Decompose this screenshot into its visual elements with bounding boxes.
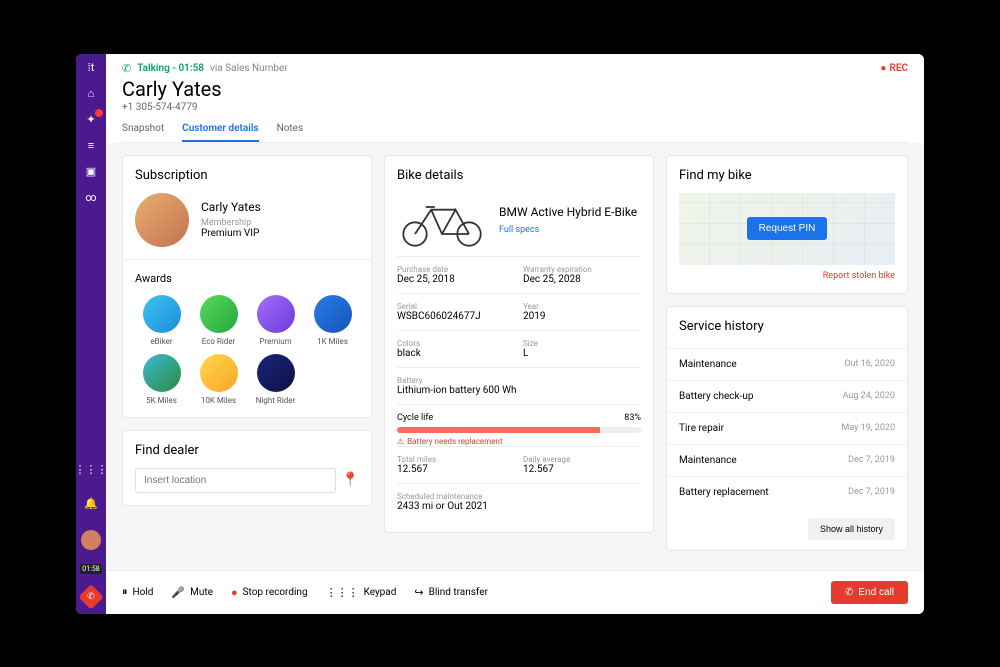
- bell-icon[interactable]: 🔔: [83, 496, 99, 512]
- hold-button[interactable]: ⏸Hold: [122, 585, 153, 599]
- service-history-card: Service history MaintenanceOut 16, 2020 …: [666, 306, 908, 551]
- stop-recording-button[interactable]: ●Stop recording: [231, 586, 308, 599]
- service-row[interactable]: MaintenanceOut 16, 2020: [667, 348, 907, 380]
- call-controls: ⏸Hold 🎤Mute ●Stop recording ⋮⋮⋮Keypad ↪B…: [106, 570, 924, 614]
- nav-rail: ⁞t ⌂ ✦ ≡ ▣ ∞ ⋮⋮⋮ 🔔 01:58 ✆: [76, 54, 106, 614]
- mute-icon: 🎤: [171, 586, 185, 599]
- award-item: Eco Rider: [192, 295, 245, 346]
- cycle-life: Cycle life83% ⚠Battery needs replacement: [397, 404, 641, 446]
- tab-notes[interactable]: Notes: [277, 123, 304, 142]
- find-dealer-card: Find dealer 📍: [122, 430, 372, 506]
- bike-details-card: Bike details BMW Active Hybrid E-Bike Fu…: [384, 155, 654, 533]
- award-item: 1K Miles: [306, 295, 359, 346]
- bike-title: Bike details: [397, 168, 641, 183]
- find-bike-title: Find my bike: [679, 168, 895, 183]
- main-panel: ✆ Talking - 01:58 via Sales Number REC C…: [106, 54, 924, 614]
- topbar: ✆ Talking - 01:58 via Sales Number REC C…: [106, 54, 924, 143]
- award-item: 5K Miles: [135, 354, 188, 405]
- award-badge-icon: [314, 295, 352, 333]
- request-pin-button[interactable]: Request PIN: [747, 217, 828, 240]
- membership-label: Membership: [201, 218, 261, 228]
- service-row[interactable]: Battery replacementDec 7, 2019: [667, 476, 907, 508]
- record-icon: ●: [231, 586, 238, 599]
- sub-name: Carly Yates: [201, 200, 261, 214]
- keypad-icon: ⋮⋮⋮: [326, 586, 359, 599]
- full-specs-link[interactable]: Full specs: [499, 225, 637, 235]
- contacts-icon[interactable]: ▣: [83, 164, 99, 180]
- transfer-icon: ↪: [414, 586, 423, 599]
- subscription-title: Subscription: [135, 168, 359, 183]
- find-bike-card: Find my bike Request PIN Report stolen b…: [666, 155, 908, 294]
- activity-icon[interactable]: ✦: [83, 112, 99, 128]
- logo-icon[interactable]: ⁞t: [83, 60, 99, 76]
- battery-warning: ⚠Battery needs replacement: [397, 437, 641, 446]
- call-status: Talking - 01:58: [137, 63, 204, 74]
- link-icon[interactable]: ∞: [83, 190, 99, 206]
- dealer-title: Find dealer: [135, 443, 359, 458]
- award-badge-icon: [257, 295, 295, 333]
- rec-indicator: REC: [880, 63, 908, 74]
- keypad-button[interactable]: ⋮⋮⋮Keypad: [326, 586, 397, 599]
- customer-phone: +1 305-574-4779: [122, 102, 908, 113]
- app-frame: ⁞t ⌂ ✦ ≡ ▣ ∞ ⋮⋮⋮ 🔔 01:58 ✆ ✆ Talking - 0…: [76, 54, 924, 614]
- show-all-history-button[interactable]: Show all history: [808, 518, 895, 540]
- subscription-card: Subscription Carly Yates Membership Prem…: [122, 155, 372, 418]
- service-row[interactable]: Tire repairMay 19, 2020: [667, 412, 907, 444]
- tabs: Snapshot Customer details Notes: [122, 123, 908, 143]
- award-badge-icon: [200, 354, 238, 392]
- map-area: Request PIN: [679, 193, 895, 265]
- award-item: Night Rider: [249, 354, 302, 405]
- warning-icon: ⚠: [397, 437, 404, 446]
- user-avatar[interactable]: [81, 530, 101, 550]
- awards-title: Awards: [135, 272, 359, 285]
- call-via: via Sales Number: [210, 63, 288, 74]
- active-call-indicator[interactable]: ✆: [78, 584, 103, 609]
- award-badge-icon: [143, 295, 181, 333]
- award-badge-icon: [257, 354, 295, 392]
- service-row[interactable]: Battery check-upAug 24, 2020: [667, 380, 907, 412]
- dealer-location-input[interactable]: [135, 468, 336, 493]
- bike-image: [397, 193, 487, 248]
- report-stolen-link[interactable]: Report stolen bike: [679, 271, 895, 281]
- bike-name: BMW Active Hybrid E-Bike: [499, 205, 637, 221]
- membership-value: Premium VIP: [201, 228, 261, 239]
- award-item: 10K Miles: [192, 354, 245, 405]
- hangup-icon: ✆: [845, 587, 853, 598]
- tab-snapshot[interactable]: Snapshot: [122, 123, 164, 142]
- tab-customer-details[interactable]: Customer details: [182, 123, 258, 142]
- award-badge-icon: [200, 295, 238, 333]
- service-title: Service history: [667, 307, 907, 338]
- end-call-button[interactable]: ✆End call: [831, 581, 908, 604]
- award-item: Premium: [249, 295, 302, 346]
- rail-timer: 01:58: [80, 564, 101, 574]
- home-icon[interactable]: ⌂: [83, 86, 99, 102]
- pause-icon: ⏸: [122, 585, 128, 599]
- customer-avatar: [135, 193, 189, 247]
- dialpad-icon[interactable]: ⋮⋮⋮: [83, 462, 99, 478]
- location-pin-icon[interactable]: 📍: [342, 472, 359, 488]
- award-badge-icon: [143, 354, 181, 392]
- award-item: eBiker: [135, 295, 188, 346]
- awards-grid: eBiker Eco Rider Premium 1K Miles 5K Mil…: [135, 295, 359, 405]
- settings-icon[interactable]: ≡: [83, 138, 99, 154]
- phone-icon: ✆: [122, 62, 131, 75]
- blind-transfer-button[interactable]: ↪Blind transfer: [414, 586, 488, 599]
- service-row[interactable]: MaintenanceDec 7, 2019: [667, 444, 907, 476]
- mute-button[interactable]: 🎤Mute: [171, 586, 213, 599]
- customer-name: Carly Yates: [122, 77, 908, 101]
- content-grid: Subscription Carly Yates Membership Prem…: [106, 143, 924, 570]
